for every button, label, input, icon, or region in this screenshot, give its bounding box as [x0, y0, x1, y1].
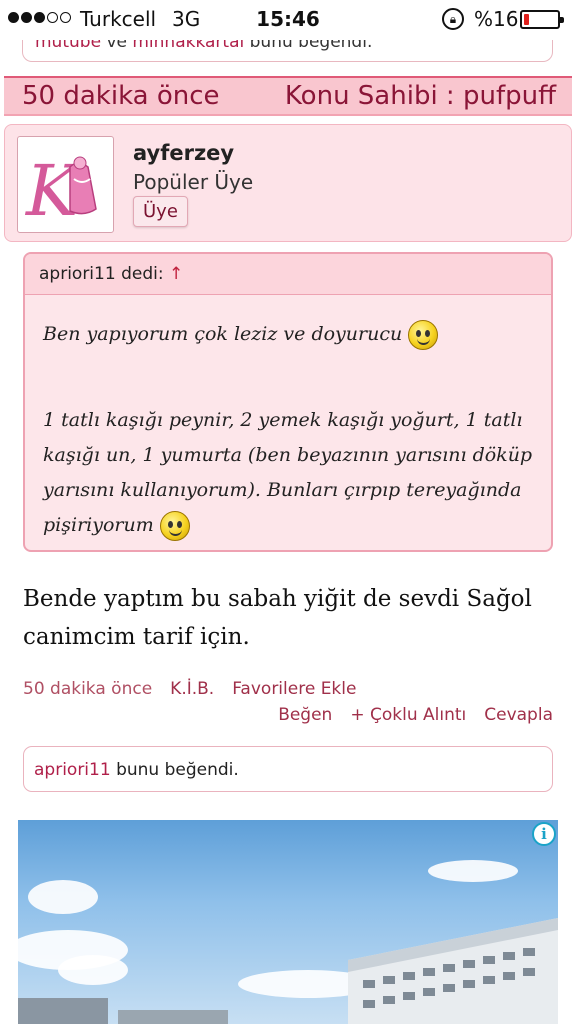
likes-box: apriori11 bunu beğendi. [23, 746, 553, 792]
post-actions: Beğen + Çoklu Alıntı Cevapla [278, 705, 553, 725]
post-time-link[interactable]: 50 dakika önce [23, 679, 152, 699]
likes-suffix: bunu beğendi. [116, 760, 239, 780]
quote-text: 1 tatlı kaşığı peynir, 2 yemek kaşığı yo… [43, 409, 533, 536]
quote-block: apriori11 dedi: ↑ Ben yapıyorum çok lezi… [23, 252, 553, 552]
avatar[interactable]: K [17, 136, 114, 233]
post-body: Bende yaptım bu sabah yiğit de sevdi Sağ… [23, 586, 532, 650]
quote-header: apriori11 dedi: ↑ [25, 254, 551, 295]
post-header: 50 dakika önce Konu Sahibi : pufpuff [4, 76, 572, 116]
quote-text-line: 1 tatlı kaşığı peynir, 2 yemek kaşığı yo… [43, 403, 543, 543]
smiley-icon [159, 511, 190, 541]
battery-percentage: %16 [474, 7, 519, 31]
multi-quote-button[interactable]: + Çoklu Alıntı [350, 705, 466, 725]
member-badge: Üye [133, 196, 188, 227]
orientation-lock-icon: 🔒︎ [442, 8, 464, 30]
post-meta: 50 dakika önce K.İ.B. Favorilere Ekle [23, 679, 356, 699]
letter-k-dress-avatar-icon: K [24, 150, 97, 232]
like-button[interactable]: Beğen [278, 705, 332, 725]
thread-owner: Konu Sahibi : pufpuff [284, 81, 556, 111]
post-time: 50 dakika önce [22, 81, 220, 111]
jump-to-quote-arrow-icon[interactable]: ↑ [169, 264, 183, 284]
author-rank: Popüler Üye [133, 170, 254, 194]
quote-text-line: Ben yapıyorum çok leziz ve doyurucu [43, 317, 543, 352]
reply-button[interactable]: Cevapla [484, 705, 553, 725]
quote-text: Ben yapıyorum çok leziz ve doyurucu [43, 323, 403, 345]
building-image [18, 918, 558, 1024]
advertisement-banner[interactable]: i [18, 820, 558, 1024]
author-name[interactable]: ayferzey [133, 141, 234, 165]
quote-said: dedi: [121, 264, 164, 284]
add-favorite-link[interactable]: Favorilere Ekle [232, 679, 356, 699]
liker-link[interactable]: apriori11 [34, 760, 111, 780]
author-box: K ayferzey Popüler Üye Üye [4, 124, 572, 242]
kib-link[interactable]: K.İ.B. [170, 679, 214, 699]
smiley-icon [408, 320, 439, 350]
battery-icon [520, 10, 564, 29]
quoted-user: apriori11 [39, 264, 116, 284]
info-icon[interactable]: i [532, 822, 556, 846]
status-bar: Turkcell 3G 15:46 🔒︎ %16 [0, 0, 576, 40]
